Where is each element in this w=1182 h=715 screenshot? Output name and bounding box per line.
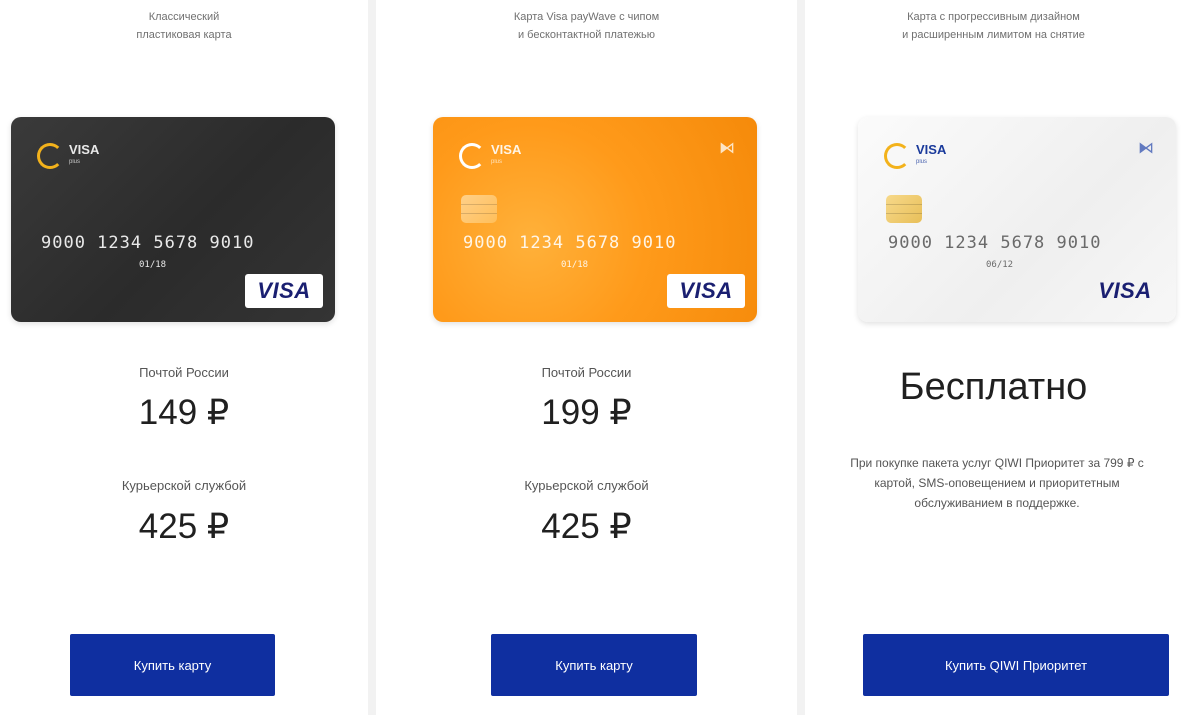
card-image: VISA plus ⧑ 9000 1234 5678 9010 01/18 VI… — [433, 117, 757, 322]
card-number: 9000 1234 5678 9010 — [463, 233, 677, 253]
delivery-post-label: Почтой России — [139, 365, 229, 380]
free-price-title: Бесплатно — [899, 366, 1088, 408]
card-logo: VISA plus — [884, 143, 946, 169]
buy-card-button[interactable]: Купить карту — [70, 634, 275, 696]
card-number: 9000 1234 5678 9010 — [41, 233, 255, 253]
offer-description-line: Карта с прогрессивным дизайном — [907, 11, 1080, 23]
chip-icon — [461, 195, 497, 223]
offer-description-line: и расширенным лимитом на снятие — [902, 29, 1085, 41]
card-brand: VISA — [69, 142, 100, 157]
card-brand-sub: plus — [491, 159, 503, 165]
buy-priority-button[interactable]: Купить QIWI Приоритет — [863, 634, 1169, 696]
delivery-courier-price: 425 ₽ — [138, 507, 230, 546]
card-image: VISA plus 9000 1234 5678 9010 01/18 VISA — [11, 117, 335, 322]
card-expiry: 06/12 — [986, 260, 1014, 270]
card-brand: VISA — [491, 142, 522, 157]
contactless-icon: ⧑ — [1138, 140, 1154, 157]
qiwi-logo-icon — [884, 143, 910, 169]
buy-card-button[interactable]: Купить карту — [491, 634, 697, 696]
card-number: 9000 1234 5678 9010 — [888, 233, 1102, 253]
delivery-post-price: 199 ₽ — [541, 393, 632, 432]
card-brand-sub: plus — [916, 159, 928, 165]
delivery-courier-label: Курьерской службой — [524, 478, 649, 493]
card-brand: VISA — [916, 142, 947, 157]
card-logo: VISA plus — [459, 143, 521, 169]
free-price-note: При покупке пакета услуг QIWI Приоритет … — [850, 456, 1144, 510]
offer-description: Карта Visa payWave с чипом и бесконтактн… — [376, 8, 797, 44]
visa-logo: VISA — [667, 274, 745, 308]
offer-description: Карта с прогрессивным дизайном и расшире… — [805, 8, 1182, 44]
contactless-icon: ⧑ — [719, 140, 735, 157]
qiwi-logo-icon — [459, 143, 485, 169]
card-expiry: 01/18 — [561, 260, 589, 270]
offer-description-line: Карта Visa payWave с чипом — [513, 11, 660, 23]
qiwi-logo-icon — [37, 143, 63, 169]
offer-description-line: Классический — [148, 11, 220, 23]
offer-priority: Карта с прогрессивным дизайном и расшире… — [805, 0, 1182, 715]
visa-logo: VISA — [1098, 278, 1152, 303]
delivery-courier-price: 425 ₽ — [541, 507, 632, 546]
delivery-post-label: Почтой России — [541, 365, 632, 380]
card-expiry: 01/18 — [139, 260, 167, 270]
offer-description-line: и бесконтактной платежью — [517, 29, 656, 41]
offer-description-line: пластиковая карта — [136, 29, 232, 41]
offer-description: Классический пластиковая карта — [0, 8, 368, 44]
offer-classic: Классический пластиковая карта VISA plus… — [0, 0, 368, 715]
card-brand-sub: plus — [69, 159, 81, 165]
delivery-post-price: 149 ₽ — [138, 393, 230, 432]
card-image: VISA plus ⧑ 9000 1234 5678 9010 06/12 VI… — [858, 117, 1176, 322]
card-logo: VISA plus — [37, 143, 99, 169]
delivery-courier-label: Курьерской службой — [121, 478, 247, 493]
chip-icon — [886, 195, 922, 223]
card-offers-page: Классический пластиковая карта VISA plus… — [0, 0, 1182, 715]
offer-paywave: Карта Visa payWave с чипом и бесконтактн… — [376, 0, 797, 715]
visa-logo: VISA — [245, 274, 323, 308]
